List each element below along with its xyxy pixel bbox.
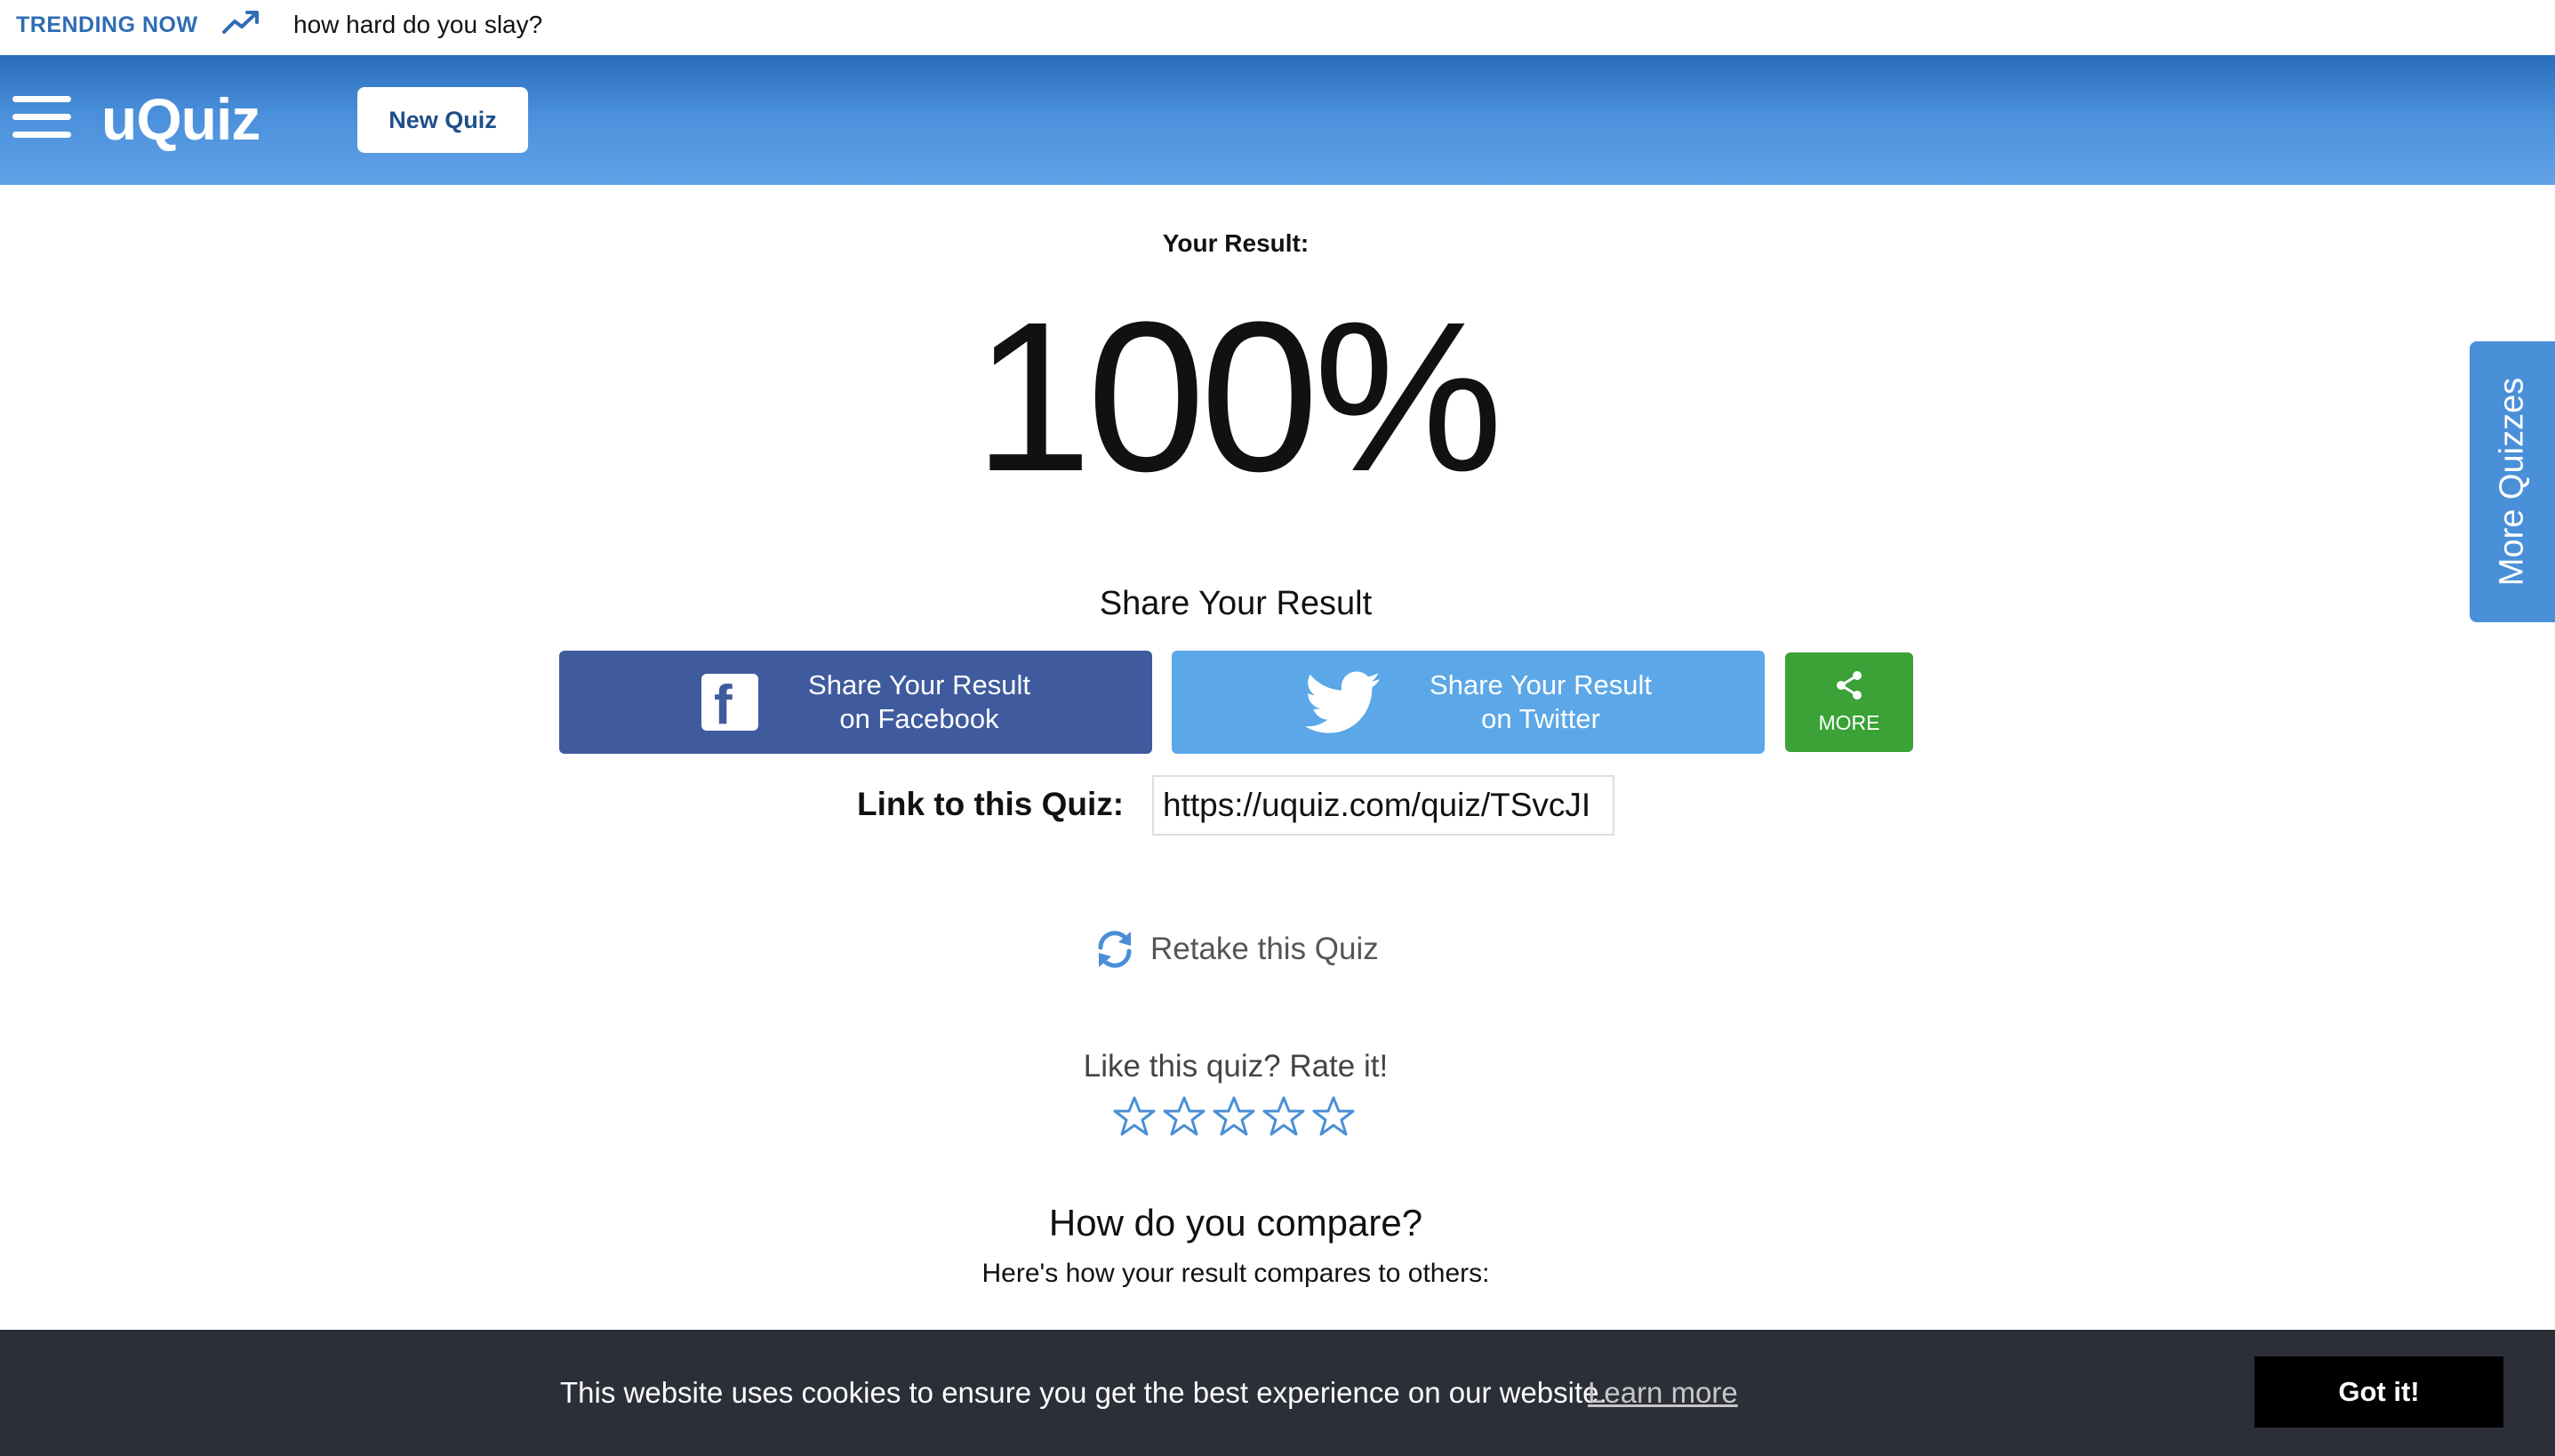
- star-icon-4[interactable]: [1262, 1095, 1305, 1138]
- twitter-label-line2: on Twitter: [1481, 703, 1600, 734]
- twitter-button-label: Share Your Result on Twitter: [1385, 668, 1696, 736]
- cookie-message: This website uses cookies to ensure you …: [560, 1376, 1607, 1409]
- cookie-banner: This website uses cookies to ensure you …: [0, 1330, 2555, 1456]
- facebook-icon: f: [701, 674, 758, 734]
- facebook-button-label: Share Your Result on Facebook: [764, 668, 1075, 736]
- twitter-bird-icon: [1305, 671, 1381, 733]
- star-icon-3[interactable]: [1213, 1095, 1255, 1138]
- retake-label: Retake this Quiz: [1150, 932, 1379, 966]
- more-quizzes-tab[interactable]: More Quizzes: [2470, 341, 2555, 622]
- twitter-label-line1: Share Your Result: [1430, 669, 1652, 700]
- share-heading: Share Your Result: [1099, 585, 1373, 622]
- rate-quiz-label: Like this quiz? Rate it!: [1083, 1049, 1389, 1084]
- facebook-label-line1: Share Your Result: [808, 669, 1030, 700]
- share-icon: [1837, 671, 1862, 700]
- compare-title: How do you compare?: [1048, 1202, 1423, 1244]
- star-icon-1[interactable]: [1113, 1095, 1156, 1138]
- more-quizzes-label: More Quizzes: [2493, 377, 2531, 587]
- star-rating: [1113, 1095, 1362, 1138]
- compare-subtitle: Here's how your result compares to other…: [981, 1259, 1490, 1288]
- trending-quiz-link[interactable]: how hard do you slay?: [293, 11, 542, 39]
- new-quiz-button[interactable]: New Quiz: [357, 87, 528, 153]
- retake-quiz-button[interactable]: Retake this Quiz: [1092, 924, 1379, 974]
- share-more-button[interactable]: MORE: [1785, 652, 1913, 752]
- quiz-link-field[interactable]: [1152, 775, 1614, 836]
- cookie-accept-button[interactable]: Got it!: [2255, 1356, 2503, 1428]
- share-more-label: MORE: [1818, 711, 1880, 734]
- trending-label: TRENDING NOW: [16, 12, 198, 37]
- trending-bar: TRENDING NOW how hard do you slay?: [0, 0, 2555, 55]
- share-twitter-button[interactable]: Share Your Result on Twitter: [1172, 651, 1765, 754]
- facebook-label-line2: on Facebook: [839, 703, 999, 734]
- trending-up-icon: [222, 11, 259, 34]
- refresh-icon: [1098, 931, 1132, 968]
- share-facebook-button[interactable]: f Share Your Result on Facebook: [559, 651, 1152, 754]
- site-header: uQuiz New Quiz: [0, 55, 2555, 185]
- quiz-link-label: Link to this Quiz:: [857, 786, 1125, 822]
- star-icon-2[interactable]: [1163, 1095, 1205, 1138]
- your-result-heading: Your Result:: [1162, 229, 1310, 257]
- cookie-learn-more-link[interactable]: Learn more: [1588, 1376, 1738, 1410]
- star-icon-5[interactable]: [1312, 1095, 1355, 1138]
- hamburger-menu-icon[interactable]: [12, 96, 71, 140]
- uquiz-logo[interactable]: uQuiz: [101, 85, 260, 153]
- result-score: 100%: [973, 277, 1503, 516]
